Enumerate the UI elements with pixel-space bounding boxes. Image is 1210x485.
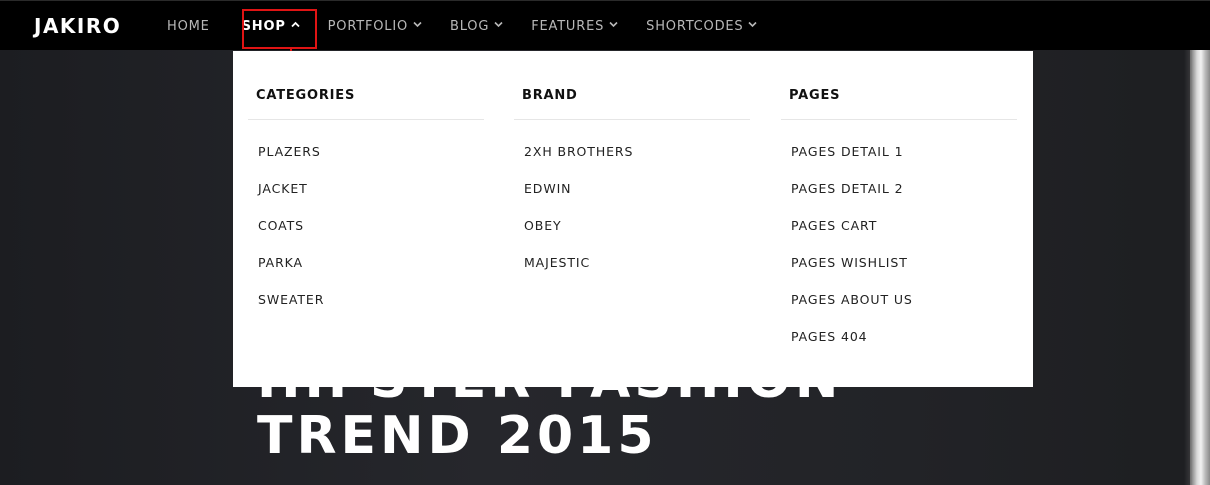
menu-link[interactable]: COATS (258, 218, 324, 255)
shop-mega-menu: CATEGORIES PLAZERS JACKET COATS PARKA SW… (233, 51, 1033, 387)
menu-link[interactable]: PAGES 404 (791, 329, 913, 366)
chevron-down-icon (413, 21, 422, 31)
menu-link[interactable]: PAGES DETAIL 1 (791, 144, 913, 181)
menu-link[interactable]: 2XH BROTHERS (524, 144, 633, 181)
menu-link[interactable]: MAJESTIC (524, 255, 633, 292)
menu-link[interactable]: SWEATER (258, 292, 324, 329)
nav-item-portfolio[interactable]: PORTFOLIO (328, 19, 422, 34)
chevron-down-icon (609, 21, 618, 31)
menu-link[interactable]: EDWIN (524, 181, 633, 218)
pages-list: PAGES DETAIL 1 PAGES DETAIL 2 PAGES CART… (791, 144, 913, 366)
menu-link[interactable]: JACKET (258, 181, 324, 218)
page: HIPSTER FASHION TREND 2015 JAKIRO HOME S… (0, 0, 1210, 485)
nav-item-home[interactable]: HOME (167, 19, 210, 34)
hero-photo (1184, 50, 1210, 485)
nav-item-label: SHOP (241, 18, 286, 34)
chevron-down-icon (494, 21, 503, 31)
main-nav: HOME SHOP PORTFOLIO BLOG FEATURES SHORTC… (167, 1, 785, 51)
nav-item-blog[interactable]: BLOG (450, 19, 503, 34)
chevron-down-icon (748, 21, 758, 31)
menu-link[interactable]: PAGES DETAIL 2 (791, 181, 913, 218)
nav-item-shop[interactable]: SHOP (242, 19, 300, 34)
hero-title-line-2: TREND 2015 (257, 406, 658, 466)
nav-item-label: PORTFOLIO (327, 18, 408, 34)
column-divider (514, 119, 750, 120)
menu-link[interactable]: PAGES ABOUT US (791, 292, 913, 329)
nav-item-shortcodes[interactable]: SHORTCODES (646, 18, 758, 34)
nav-item-label: HOME (167, 18, 210, 34)
nav-item-label: BLOG (450, 18, 490, 34)
site-logo[interactable]: JAKIRO (34, 13, 121, 39)
menu-link[interactable]: OBEY (524, 218, 633, 255)
nav-item-features[interactable]: FEATURES (531, 19, 618, 34)
nav-item-label: FEATURES (531, 18, 605, 34)
chevron-up-icon (291, 21, 300, 31)
top-navigation-bar: JAKIRO HOME SHOP PORTFOLIO BLOG FEATURES… (0, 0, 1210, 50)
menu-link[interactable]: PAGES WISHLIST (791, 255, 913, 292)
menu-link[interactable]: PLAZERS (258, 144, 324, 181)
column-divider (248, 119, 484, 120)
column-heading: CATEGORIES (256, 88, 356, 103)
brand-list: 2XH BROTHERS EDWIN OBEY MAJESTIC (524, 144, 633, 292)
menu-link[interactable]: PARKA (258, 255, 324, 292)
nav-item-label: SHORTCODES (646, 18, 744, 34)
column-heading: PAGES (789, 88, 841, 103)
menu-link[interactable]: PAGES CART (791, 218, 913, 255)
category-list: PLAZERS JACKET COATS PARKA SWEATER (258, 144, 324, 329)
column-heading: BRAND (522, 88, 578, 103)
column-divider (781, 119, 1017, 120)
